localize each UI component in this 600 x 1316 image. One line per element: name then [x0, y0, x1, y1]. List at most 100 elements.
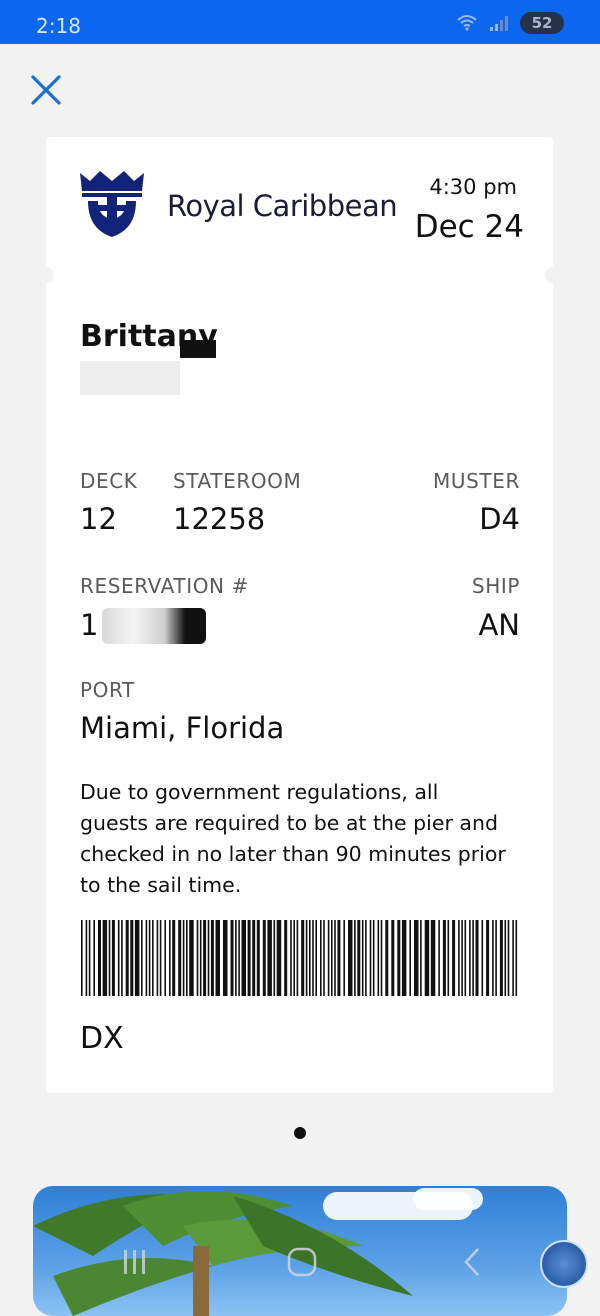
muster-value: D4 [479, 502, 520, 536]
ship-value: AN [478, 608, 520, 642]
barcode-bar [178, 920, 182, 996]
barcode-bar [486, 920, 490, 996]
barcode-bar [348, 920, 353, 996]
barcode-bar [290, 920, 292, 996]
barcode-bar [235, 920, 237, 996]
barcode-bar [189, 920, 194, 996]
barcode-bar [320, 920, 322, 996]
barcode-bar [121, 920, 123, 996]
barcode-bar [424, 920, 430, 996]
barcode-bar [203, 920, 207, 996]
barcode-bar [93, 920, 95, 996]
barcode-bar [210, 920, 214, 996]
barcode-bar [361, 920, 364, 996]
barcode-bar [284, 920, 288, 996]
page-indicator-dot[interactable] [294, 1127, 306, 1139]
barcode-bar [309, 920, 311, 996]
barcode-bar [499, 920, 503, 996]
barcode-bar [475, 920, 479, 996]
barcode-bar [156, 920, 159, 996]
surname-redaction [80, 361, 180, 395]
barcode-bar [492, 920, 494, 996]
close-icon[interactable] [28, 72, 64, 108]
crown-anchor-logo-icon [80, 171, 144, 237]
home-icon[interactable] [286, 1245, 318, 1279]
barcode-bar [159, 920, 162, 996]
barcode-bar [469, 920, 471, 996]
barcode-bar [464, 920, 467, 996]
barcode-bar [515, 920, 518, 996]
barcode-bar [125, 920, 129, 996]
barcode-bar [420, 920, 422, 996]
barcode-bar [81, 920, 83, 996]
sail-time: 4:30 pm [429, 175, 517, 199]
barcode-bar [164, 920, 166, 996]
barcode-bar [267, 920, 272, 996]
barcode-bar [252, 920, 256, 996]
barcode-bar [391, 920, 395, 996]
reservation-redaction [102, 608, 206, 644]
barcode-bar [438, 920, 440, 996]
barcode-bar [337, 920, 341, 996]
barcode-bar [88, 920, 91, 996]
pass-code: DX [80, 1021, 124, 1056]
barcode-bar [256, 920, 260, 996]
barcode-bar [207, 920, 210, 996]
barcode-bar [276, 920, 282, 996]
barcode-bar [495, 920, 497, 996]
barcode-bar [385, 920, 389, 996]
barcode-bar [215, 920, 220, 996]
boarding-notice: Due to government regulations, all guest… [80, 780, 506, 897]
status-icons: 52 [456, 12, 564, 34]
barcode-bar [327, 920, 330, 996]
barcode-bar [447, 920, 450, 996]
barcode-bar [377, 920, 380, 996]
wifi-icon [457, 15, 477, 31]
barcode-bar [472, 920, 474, 996]
ship-label: SHIP [471, 574, 520, 598]
stateroom-label: STATEROOM [173, 469, 302, 493]
barcode-bar [504, 920, 507, 996]
barcode-bar [512, 920, 514, 996]
card-notch-left [38, 267, 54, 283]
barcode-bar [331, 920, 333, 996]
barcode-bar [85, 920, 88, 996]
barcode-bar [293, 920, 295, 996]
card-notch-right [545, 267, 561, 283]
barcode-bar [442, 920, 446, 996]
reservation-value: 1 [80, 608, 99, 642]
barcode-bar [169, 920, 171, 996]
back-icon[interactable] [460, 1245, 484, 1279]
stateroom-value: 12258 [173, 502, 266, 536]
barcode-bar [458, 920, 460, 996]
barcode-bar [134, 920, 140, 996]
signal-icon [490, 16, 508, 31]
port-label: PORT [80, 678, 135, 702]
barcode-bar [172, 920, 176, 996]
barcode-bar [98, 920, 101, 996]
barcode-bar [241, 920, 246, 996]
barcode-bar [401, 920, 407, 996]
deck-label: DECK [80, 469, 138, 493]
reservation-label: RESERVATION # [80, 574, 249, 598]
barcode-bar [152, 920, 154, 996]
barcode-bar [461, 920, 463, 996]
barcode-bar [230, 920, 234, 996]
recents-icon[interactable] [120, 1245, 150, 1279]
port-value: Miami, Florida [80, 711, 285, 745]
barcode-bar [357, 920, 361, 996]
barcode-bar [130, 920, 134, 996]
barcode-bar [315, 920, 317, 996]
muster-label: MUSTER [433, 469, 520, 493]
barcode-bar [380, 920, 383, 996]
barcode-bar [262, 920, 266, 996]
barcode-bar [369, 920, 372, 996]
barcode-bar [108, 920, 111, 996]
status-time: 2:18 [36, 14, 81, 38]
barcode-bar [354, 920, 356, 996]
barcode-bar [196, 920, 199, 996]
barcode-bar [409, 920, 411, 996]
barcode-bar [305, 920, 308, 996]
barcode-bar [365, 920, 367, 996]
barcode-bar [199, 920, 202, 996]
